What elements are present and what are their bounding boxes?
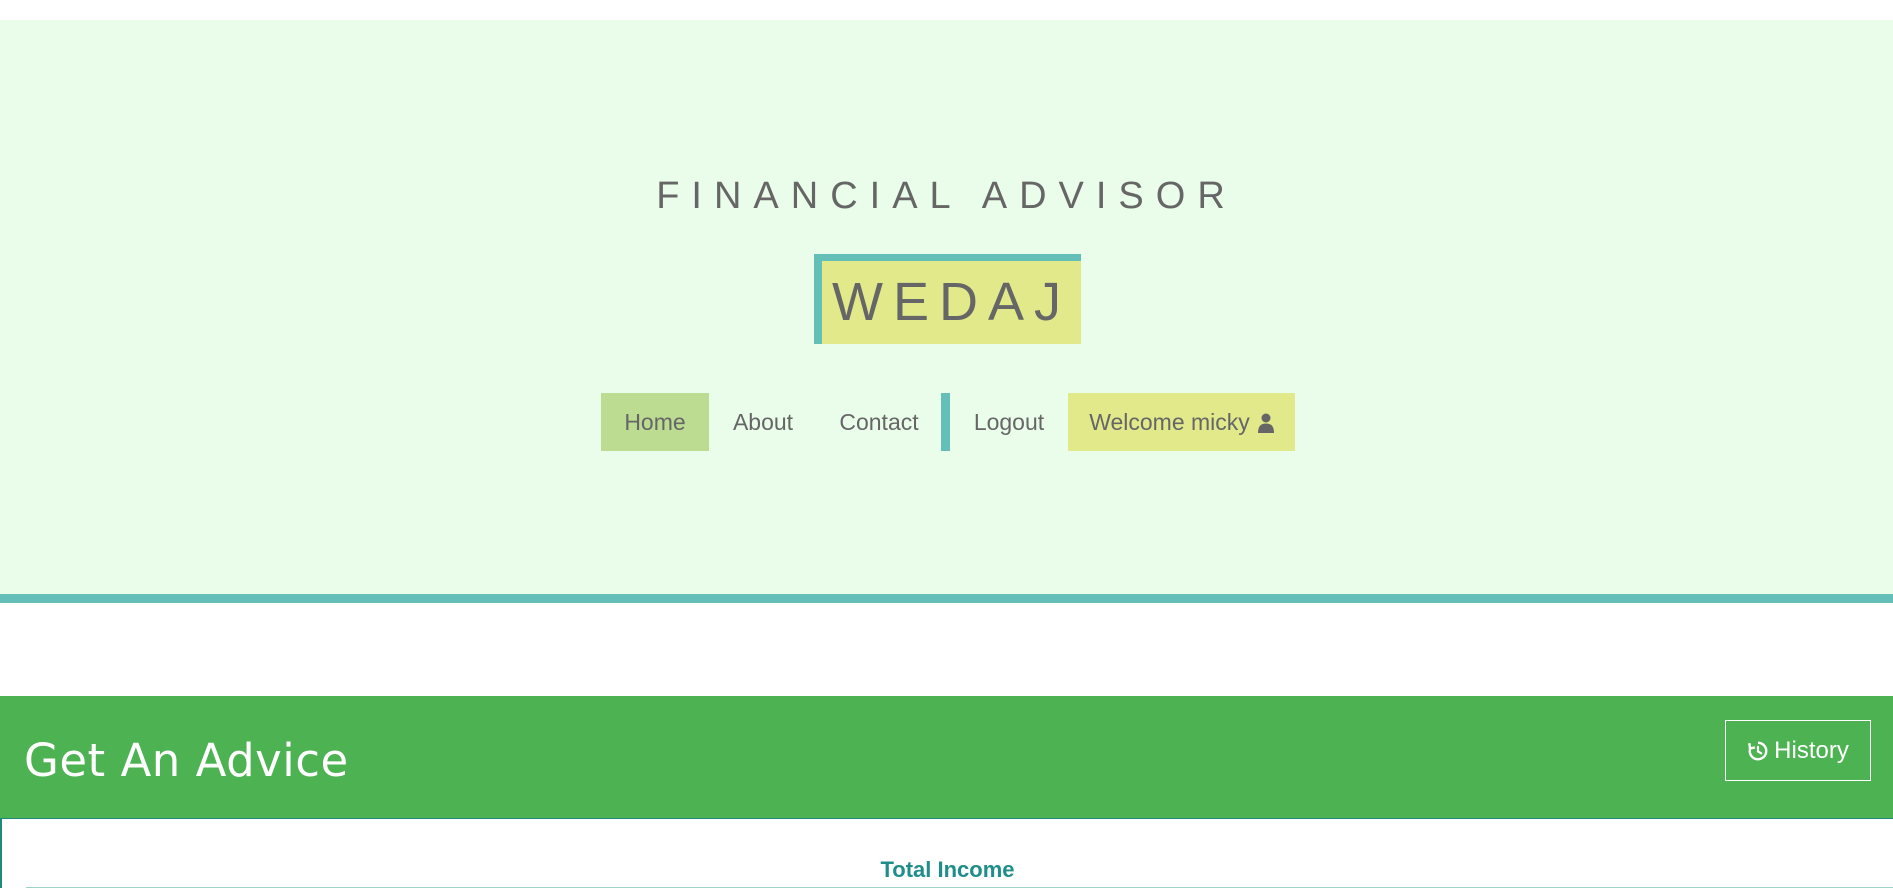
brand-name: WEDAJ [832,272,1071,332]
history-label: History [1774,736,1849,764]
hero-header: FINANCIAL ADVISOR WEDAJ Home About Conta… [0,20,1893,603]
welcome-text: Welcome micky [1089,408,1250,435]
nav-welcome-user[interactable]: Welcome micky [1068,393,1295,451]
total-income-label: Total Income [880,857,1015,882]
advice-header-bar: Get An Advice History [0,696,1893,818]
nav-contact-link[interactable]: Contact [817,393,941,451]
brand-logo-box: WEDAJ [814,254,1081,344]
history-icon [1748,741,1768,760]
nav-logout-link[interactable]: Logout [950,393,1068,451]
nav-about-link[interactable]: About [709,393,817,451]
user-icon [1257,413,1274,433]
nav-divider [941,393,950,451]
history-button[interactable]: History [1725,720,1871,781]
main-nav: Home About Contact Logout Welcome micky [601,393,1295,451]
site-tagline: FINANCIAL ADVISOR [656,175,1237,217]
nav-home-link[interactable]: Home [601,393,709,451]
advice-title: Get An Advice [24,734,349,787]
advice-form-panel: Total Income [0,818,1893,888]
